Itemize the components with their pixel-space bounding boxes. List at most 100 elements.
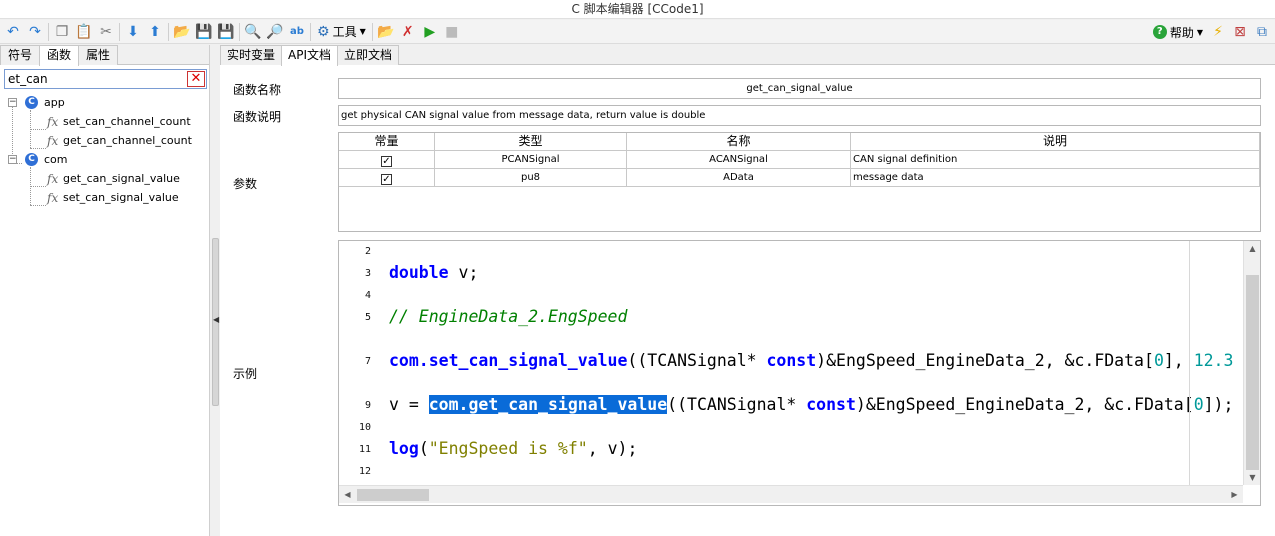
tree-node-label: com	[44, 153, 68, 166]
code-line: com.set_can_signal_value((TCANSignal* co…	[389, 351, 1234, 370]
line-number: 9	[364, 400, 371, 411]
function-tree: − C app fx set_can_channel_count fx get_…	[4, 93, 204, 207]
const-checkbox[interactable]: ✓	[381, 174, 392, 185]
tab-symbols[interactable]: 符号	[0, 45, 41, 65]
tab-api-docs[interactable]: API文档	[281, 45, 339, 66]
tab-properties[interactable]: 属性	[78, 45, 119, 65]
col-header-desc: 说明	[851, 133, 1260, 151]
paste-icon[interactable]: 📋	[73, 21, 95, 43]
tree-node-app[interactable]: − C app	[4, 93, 204, 112]
collapse-toggle-icon[interactable]: −	[8, 155, 17, 164]
stop-icon[interactable]: ■	[441, 21, 463, 43]
func-name-field[interactable]: get_can_signal_value	[338, 78, 1261, 99]
move-up-icon[interactable]: ⬆	[144, 21, 166, 43]
find-next-icon[interactable]: 🔎	[264, 21, 286, 43]
col-header-const: 常量	[339, 133, 435, 151]
collapse-left-icon[interactable]: ◀	[213, 315, 219, 324]
const-checkbox[interactable]: ✓	[381, 156, 392, 167]
scroll-down-icon[interactable]: ▼	[1244, 470, 1260, 485]
type-cell: PCANSignal	[435, 151, 627, 169]
restore-window-icon[interactable]: ⧉	[1251, 21, 1273, 43]
line-number-gutter: 2 3 4 5 7 9 10 11 12	[339, 241, 375, 485]
tree-node-label: app	[44, 96, 65, 109]
chevron-down-icon: ▼	[359, 27, 366, 36]
tree-item-label: get_can_channel_count	[63, 134, 192, 147]
const-cell: ✓	[339, 169, 435, 187]
function-search-input[interactable]	[5, 70, 185, 88]
name-cell: AData	[627, 169, 851, 187]
left-panel: 符号 函数 属性 ✕ − C app fx set_can_channel_co…	[0, 45, 210, 536]
save-all-icon[interactable]: 💾	[215, 21, 237, 43]
code-area[interactable]: double v; // EngineData_2.EngSpeed com.s…	[389, 241, 1243, 485]
example-label: 示例	[233, 367, 258, 381]
collapse-toggle-icon[interactable]: −	[8, 98, 17, 107]
tools-menu-label: 工具	[332, 25, 357, 39]
line-number: 2	[364, 246, 371, 257]
cut-icon[interactable]: ✂	[95, 21, 117, 43]
desc-cell: message data	[851, 169, 1260, 187]
vertical-scrollbar[interactable]: ▲ ▼	[1243, 241, 1260, 485]
tree-node-com[interactable]: − C com	[4, 150, 204, 169]
example-code-editor[interactable]: 2 3 4 5 7 9 10 11 12 double v; // Engine…	[338, 240, 1261, 506]
tree-item-label: get_can_signal_value	[63, 172, 180, 185]
function-icon: fx	[47, 172, 59, 186]
run-icon[interactable]: ▶	[419, 21, 441, 43]
move-down-icon[interactable]: ⬇	[122, 21, 144, 43]
code-line: // EngineData_2.EngSpeed	[389, 307, 628, 326]
clear-search-icon[interactable]: ✕	[187, 71, 205, 87]
replace-icon[interactable]: ab	[286, 21, 308, 43]
check-compile-icon[interactable]: ✗	[397, 21, 419, 43]
toolbar-separator	[119, 22, 120, 41]
main-toolbar: ↶ ↷ ❐ 📋 ✂ ⬇ ⬆ 📂 💾 💾 🔍 🔎 ab ⚙ 工具 ▼ 📂 ✗ ▶ …	[0, 20, 1275, 44]
func-desc-field[interactable]: get physical CAN signal value from messa…	[338, 105, 1261, 126]
tree-item-get-can-signal-value[interactable]: fx get_can_signal_value	[4, 169, 204, 188]
tools-menu-button[interactable]: ⚙ 工具 ▼	[313, 21, 370, 43]
function-icon: fx	[47, 134, 59, 148]
line-number: 4	[364, 290, 371, 301]
open-folder-icon[interactable]: 📂	[171, 21, 193, 43]
toolbar-separator	[168, 22, 169, 41]
redo-icon[interactable]: ↷	[24, 21, 46, 43]
code-line: log("EngSpeed is %f", v);	[389, 439, 638, 458]
col-header-name: 名称	[627, 133, 851, 151]
lightning-icon[interactable]: ⚡	[1207, 21, 1229, 43]
params-label: 参数	[233, 177, 258, 191]
chevron-down-icon: ▼	[1196, 27, 1203, 37]
save-icon[interactable]: 💾	[193, 21, 215, 43]
tab-functions[interactable]: 函数	[39, 45, 80, 66]
tab-realtime-vars[interactable]: 实时变量	[220, 45, 283, 65]
scroll-right-icon[interactable]: ▶	[1226, 487, 1243, 502]
find-icon[interactable]: 🔍	[242, 21, 264, 43]
vertical-scroll-thumb[interactable]	[1246, 275, 1259, 470]
table-header-row: 常量 类型 名称 说明	[339, 133, 1260, 151]
code-line: v = com.get_can_signal_value((TCANSignal…	[389, 395, 1234, 414]
tree-item-set-can-channel-count[interactable]: fx set_can_channel_count	[4, 112, 204, 131]
scroll-left-icon[interactable]: ◀	[339, 487, 356, 502]
tree-item-get-can-channel-count[interactable]: fx get_can_channel_count	[4, 131, 204, 150]
gear-icon: ⚙	[317, 23, 330, 40]
code-line: double v;	[389, 263, 479, 282]
line-number: 10	[358, 422, 371, 433]
scroll-up-icon[interactable]: ▲	[1244, 241, 1260, 256]
name-cell: ACANSignal	[627, 151, 851, 169]
table-row[interactable]: ✓ pu8 AData message data	[339, 169, 1260, 187]
tree-item-set-can-signal-value[interactable]: fx set_can_signal_value	[4, 188, 204, 207]
window-title: C 脚本编辑器 [CCode1]	[0, 0, 1275, 19]
undo-icon[interactable]: ↶	[2, 21, 24, 43]
toolbar-separator	[239, 22, 240, 41]
toolbar-separator	[48, 22, 49, 41]
toolbar-right-group: ? 帮助 ▼ ⚡ ⊠ ⧉	[1149, 21, 1273, 43]
close-window-icon[interactable]: ⊠	[1229, 21, 1251, 43]
panel-splitter[interactable]: ◀	[211, 45, 220, 536]
horizontal-scroll-thumb[interactable]	[357, 489, 429, 501]
tree-item-label: set_can_signal_value	[63, 191, 179, 204]
tab-immediate-docs[interactable]: 立即文档	[337, 45, 400, 65]
class-icon: C	[25, 153, 38, 166]
open-script-icon[interactable]: 📂	[375, 21, 397, 43]
line-number: 3	[364, 268, 371, 279]
table-row[interactable]: ✓ PCANSignal ACANSignal CAN signal defin…	[339, 151, 1260, 169]
copy-icon[interactable]: ❐	[51, 21, 73, 43]
horizontal-scrollbar[interactable]: ◀ ▶	[339, 485, 1243, 503]
help-menu-button[interactable]: ? 帮助 ▼	[1149, 21, 1207, 43]
params-table: 常量 类型 名称 说明 ✓ PCANSignal ACANSignal CAN …	[338, 132, 1261, 232]
